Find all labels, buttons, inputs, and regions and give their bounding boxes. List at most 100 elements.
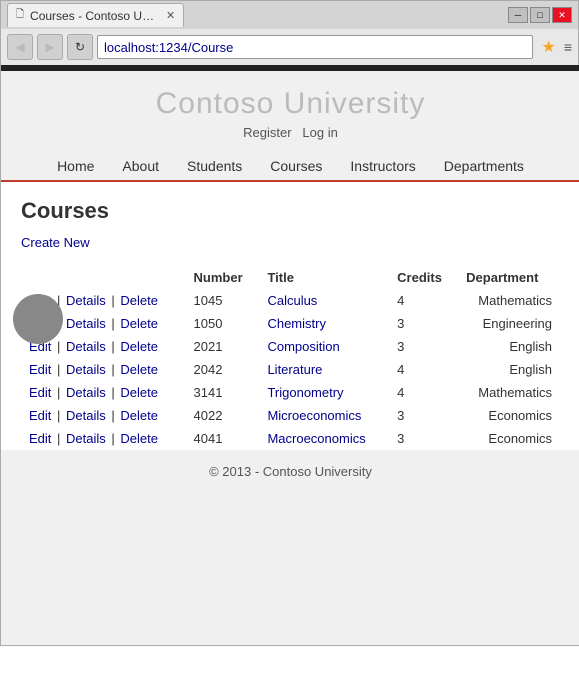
credits-cell: 4 bbox=[389, 289, 458, 312]
number-cell: 1045 bbox=[186, 289, 260, 312]
nav-menu: Home About Students Courses Instructors … bbox=[1, 146, 579, 182]
details-link-3[interactable]: Details bbox=[66, 362, 106, 377]
window-controls: ─ □ ✕ bbox=[508, 7, 572, 23]
address-input[interactable] bbox=[104, 40, 526, 55]
delete-link-2[interactable]: Delete bbox=[120, 339, 158, 354]
footer-text: © 2013 - Contoso University bbox=[209, 464, 372, 479]
create-new-link[interactable]: Create New bbox=[21, 235, 90, 250]
department-cell: Mathematics bbox=[458, 381, 560, 404]
register-link[interactable]: Register bbox=[243, 125, 291, 140]
department-cell: English bbox=[458, 358, 560, 381]
edit-link-3[interactable]: Edit bbox=[29, 362, 51, 377]
title-bar: 🗋 Courses - Contoso Univers... ✕ ─ □ ✕ bbox=[1, 1, 578, 29]
title-cell: Calculus bbox=[259, 289, 389, 312]
courses-table: Number Title Credits Department Edit | D… bbox=[21, 266, 560, 450]
credits-cell: 4 bbox=[389, 381, 458, 404]
credits-cell: 3 bbox=[389, 312, 458, 335]
title-cell: Literature bbox=[259, 358, 389, 381]
title-cell: Chemistry bbox=[259, 312, 389, 335]
maximize-button[interactable]: □ bbox=[530, 7, 550, 23]
logo-circle bbox=[13, 294, 63, 344]
table-row: Edit | Details | Delete4022 Microeconomic… bbox=[21, 404, 560, 427]
nav-courses[interactable]: Courses bbox=[256, 152, 336, 180]
browser-tab[interactable]: 🗋 Courses - Contoso Univers... ✕ bbox=[7, 3, 184, 27]
page-heading: Courses bbox=[21, 198, 560, 224]
close-button[interactable]: ✕ bbox=[552, 7, 572, 23]
nav-departments[interactable]: Departments bbox=[430, 152, 538, 180]
col-number-header: Number bbox=[186, 266, 260, 289]
department-cell: Mathematics bbox=[458, 289, 560, 312]
tab-close-button[interactable]: ✕ bbox=[166, 9, 175, 22]
delete-link-4[interactable]: Delete bbox=[120, 385, 158, 400]
credits-cell: 3 bbox=[389, 335, 458, 358]
course-title-link-1[interactable]: Chemistry bbox=[267, 316, 326, 331]
action-cell: Edit | Details | Delete bbox=[21, 404, 186, 427]
details-link-4[interactable]: Details bbox=[66, 385, 106, 400]
table-row: Edit | Details | Delete1050Chemistry3Eng… bbox=[21, 312, 560, 335]
delete-link-3[interactable]: Delete bbox=[120, 362, 158, 377]
table-row: Edit | Details | Delete1045Calculus4Math… bbox=[21, 289, 560, 312]
number-cell: 3141 bbox=[186, 381, 260, 404]
site-header: Contoso University Register Log in bbox=[1, 71, 579, 146]
back-button[interactable]: ◀ bbox=[7, 34, 33, 60]
course-title-link-5[interactable]: Microeconomics bbox=[267, 408, 361, 423]
course-title-link-6[interactable]: Macroeconomics bbox=[267, 431, 365, 446]
table-row: Edit | Details | Delete2021Composition3E… bbox=[21, 335, 560, 358]
department-cell: English bbox=[458, 335, 560, 358]
refresh-button[interactable]: ↻ bbox=[67, 34, 93, 60]
details-link-2[interactable]: Details bbox=[66, 339, 106, 354]
main-area: Courses Create New Number Title Credits … bbox=[1, 182, 579, 450]
credits-cell: 4 bbox=[389, 358, 458, 381]
page-content: Contoso University Register Log in Home … bbox=[1, 65, 579, 645]
details-link-0[interactable]: Details bbox=[66, 293, 106, 308]
table-row: Edit | Details | Delete2042Literature4En… bbox=[21, 358, 560, 381]
action-cell: Edit | Details | Delete bbox=[21, 358, 186, 381]
department-cell: Economics bbox=[458, 404, 560, 427]
edit-link-4[interactable]: Edit bbox=[29, 385, 51, 400]
course-title-link-4[interactable]: Trigonometry bbox=[267, 385, 343, 400]
browser-menu-icon[interactable]: ≡ bbox=[564, 39, 572, 55]
number-cell: 1050 bbox=[186, 312, 260, 335]
table-row: Edit | Details | Delete4041 Macroeconomic… bbox=[21, 427, 560, 450]
favorite-icon[interactable]: ★ bbox=[541, 37, 555, 57]
table-row: Edit | Details | Delete3141Trigonometry4… bbox=[21, 381, 560, 404]
edit-link-5[interactable]: Edit bbox=[29, 408, 51, 423]
course-title-link-0[interactable]: Calculus bbox=[267, 293, 317, 308]
course-title-link-2[interactable]: Composition bbox=[267, 339, 339, 354]
number-cell: 4041 bbox=[186, 427, 260, 450]
tab-favicon: 🗋 bbox=[16, 7, 24, 24]
col-credits-header: Credits bbox=[389, 266, 458, 289]
nav-students[interactable]: Students bbox=[173, 152, 256, 180]
delete-link-6[interactable]: Delete bbox=[120, 431, 158, 446]
credits-cell: 3 bbox=[389, 404, 458, 427]
details-link-5[interactable]: Details bbox=[66, 408, 106, 423]
details-link-1[interactable]: Details bbox=[66, 316, 106, 331]
address-bar-row: ◀ ▶ ↻ ★ ≡ bbox=[1, 29, 578, 65]
title-cell: Composition bbox=[259, 335, 389, 358]
col-department-header: Department bbox=[458, 266, 560, 289]
title-cell: Macroeconomics bbox=[259, 427, 389, 450]
forward-button[interactable]: ▶ bbox=[37, 34, 63, 60]
delete-link-0[interactable]: Delete bbox=[120, 293, 158, 308]
footer: © 2013 - Contoso University bbox=[1, 450, 579, 493]
edit-link-6[interactable]: Edit bbox=[29, 431, 51, 446]
nav-about[interactable]: About bbox=[108, 152, 173, 180]
course-title-link-3[interactable]: Literature bbox=[267, 362, 322, 377]
details-link-6[interactable]: Details bbox=[66, 431, 106, 446]
delete-link-1[interactable]: Delete bbox=[120, 316, 158, 331]
department-cell: Economics bbox=[458, 427, 560, 450]
auth-links: Register Log in bbox=[1, 125, 579, 140]
title-cell: Trigonometry bbox=[259, 381, 389, 404]
site-title: Contoso University bbox=[1, 87, 579, 121]
action-cell: Edit | Details | Delete bbox=[21, 427, 186, 450]
delete-link-5[interactable]: Delete bbox=[120, 408, 158, 423]
col-action-header bbox=[21, 266, 186, 289]
number-cell: 2021 bbox=[186, 335, 260, 358]
address-bar[interactable] bbox=[97, 35, 533, 59]
minimize-button[interactable]: ─ bbox=[508, 7, 528, 23]
nav-home[interactable]: Home bbox=[43, 152, 108, 180]
nav-instructors[interactable]: Instructors bbox=[336, 152, 429, 180]
login-link[interactable]: Log in bbox=[302, 125, 337, 140]
department-cell: Engineering bbox=[458, 312, 560, 335]
number-cell: 4022 bbox=[186, 404, 260, 427]
